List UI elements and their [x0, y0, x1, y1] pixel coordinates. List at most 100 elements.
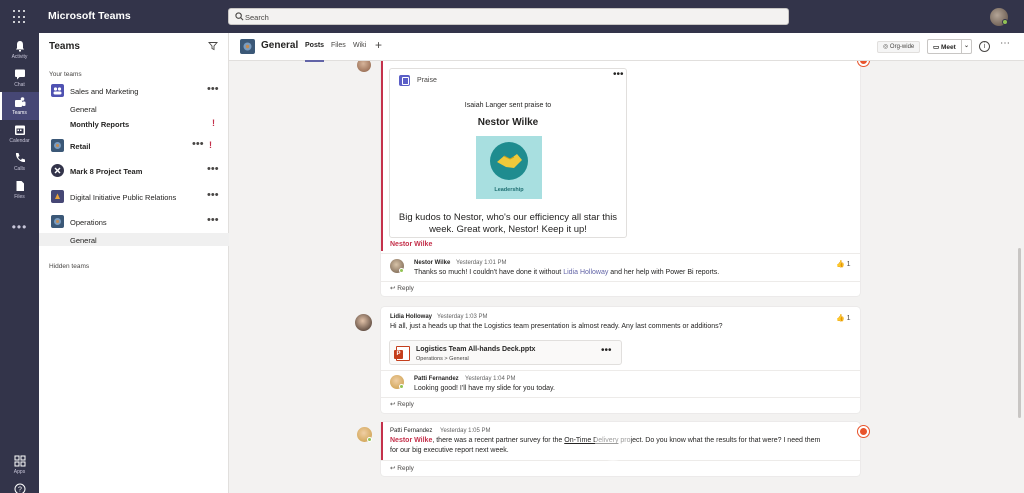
- rail-teams[interactable]: Teams: [0, 92, 39, 120]
- team-operations[interactable]: Operations •••: [39, 212, 229, 232]
- divider: [381, 370, 860, 371]
- reply-label: Reply: [397, 285, 414, 292]
- more-options-icon[interactable]: •••: [613, 69, 624, 80]
- channel-general-selected[interactable]: General: [39, 233, 229, 246]
- more-options-icon[interactable]: •••: [192, 138, 204, 150]
- divider: [961, 40, 962, 53]
- message-text: Hi all, just a heads up that the Logisti…: [390, 323, 723, 330]
- message-text-b: project. Do you know what the results fo…: [618, 437, 821, 444]
- team-name: Operations: [70, 218, 107, 227]
- tab-posts[interactable]: Posts: [305, 42, 325, 62]
- praise-message-card: Praise ••• Isaiah Langer sent praise to …: [381, 61, 860, 296]
- avatar: [355, 314, 372, 331]
- search-input[interactable]: Search: [228, 8, 789, 25]
- more-options-icon[interactable]: •••: [207, 189, 219, 201]
- important-bar: [381, 422, 383, 460]
- help-icon: ?: [14, 483, 25, 493]
- channel-name: General: [261, 40, 299, 51]
- praise-recipient: Nestor Wilke: [477, 117, 539, 128]
- like-count: 1: [846, 261, 851, 268]
- more-apps-button[interactable]: •••: [0, 220, 39, 234]
- rail-label: Chat: [14, 82, 25, 88]
- team-mark-8-project-team[interactable]: Mark 8 Project Team •••: [39, 161, 229, 181]
- rail-label: Calls: [13, 166, 26, 172]
- hidden-teams-label[interactable]: Hidden teams: [49, 263, 89, 270]
- video-icon: ▭: [933, 44, 941, 51]
- channel-avatar: [240, 39, 255, 54]
- team-retail[interactable]: Retail ••• !: [39, 136, 229, 156]
- team-digital-initiative-public-relations[interactable]: Digital Initiative Public Relations •••: [39, 187, 229, 207]
- rail-apps[interactable]: Apps: [0, 451, 39, 479]
- reply-button[interactable]: ↩ Reply: [390, 400, 414, 408]
- reply-time: Yesterday 1:04 PM: [465, 376, 516, 382]
- logistics-message-card: Lidia Holloway Yesterday 1:03 PM Hi all,…: [381, 307, 860, 413]
- divider: [381, 397, 860, 398]
- reply-text: Thanks so much! I couldn't have done it …: [414, 269, 719, 276]
- meet-button[interactable]: ▭ Meet ⌄: [927, 39, 972, 54]
- teams-icon: [14, 97, 25, 107]
- cursor-highlight: [595, 425, 631, 461]
- file-attachment[interactable]: Logistics Team All-hands Deck.pptx Opera…: [389, 340, 622, 365]
- more-options-icon[interactable]: •••: [207, 163, 219, 175]
- team-avatar: [51, 164, 64, 177]
- scrollbar[interactable]: [1018, 248, 1021, 418]
- file-icon: [16, 181, 24, 191]
- add-tab-button[interactable]: +: [375, 38, 382, 52]
- divider: [381, 460, 860, 461]
- reply-sender: Patti Fernandez: [414, 376, 459, 382]
- powerpoint-icon: [394, 346, 410, 361]
- like-reaction[interactable]: 👍 1: [836, 260, 851, 268]
- presence-available-icon: [367, 437, 372, 442]
- team-name: Retail: [70, 142, 91, 151]
- file-path: Operations > General: [416, 356, 469, 362]
- divider: [381, 281, 860, 282]
- mention[interactable]: Nestor Wilke: [390, 437, 432, 444]
- rail-label: Apps: [13, 469, 26, 475]
- team-avatar: [51, 139, 64, 152]
- channel-monthly-reports[interactable]: Monthly Reports!: [39, 117, 229, 130]
- mention[interactable]: Nestor Wilke: [390, 241, 432, 248]
- like-reaction[interactable]: 👍 1: [836, 314, 851, 322]
- your-teams-label: Your teams: [49, 71, 82, 78]
- more-options-icon[interactable]: ⋯: [1000, 38, 1010, 49]
- app-title: Microsoft Teams: [48, 10, 131, 22]
- badge-label: Leadership: [494, 187, 524, 193]
- rail-calls[interactable]: Calls: [0, 148, 39, 176]
- mention-link[interactable]: Lidia Holloway: [563, 269, 608, 276]
- reply-button[interactable]: ↩ Reply: [390, 464, 414, 472]
- channel-general[interactable]: General: [39, 102, 229, 115]
- more-options-icon[interactable]: •••: [207, 214, 219, 226]
- rail-files[interactable]: Files: [0, 176, 39, 204]
- reply-text-b: and her help with Power Bi reports.: [608, 269, 720, 276]
- rail-label: Files: [14, 194, 25, 200]
- tab-files[interactable]: Files: [331, 42, 346, 49]
- team-name: Mark 8 Project Team: [70, 167, 143, 176]
- rail-help[interactable]: ?: [0, 479, 39, 493]
- filter-icon[interactable]: [208, 41, 218, 51]
- reply-label: Reply: [397, 401, 414, 408]
- chevron-down-icon[interactable]: ⌄: [964, 42, 969, 49]
- info-icon[interactable]: i: [979, 41, 990, 52]
- channel-name: General: [70, 236, 97, 245]
- team-sales-and-marketing[interactable]: Sales and Marketing •••: [39, 81, 229, 101]
- reply-button[interactable]: ↩ Reply: [390, 284, 414, 292]
- app-launcher-icon[interactable]: [13, 10, 27, 24]
- avatar: [357, 61, 371, 72]
- like-count: 1: [846, 315, 851, 322]
- file-name: Logistics Team All-hands Deck.pptx: [416, 346, 536, 353]
- message-time: Yesterday 1:03 PM: [437, 314, 488, 320]
- rail-label: Calendar: [9, 138, 30, 144]
- apps-icon: [14, 455, 25, 467]
- tab-wiki[interactable]: Wiki: [353, 42, 366, 49]
- rail-calendar[interactable]: Calendar: [0, 120, 39, 148]
- praise-label: Praise: [417, 77, 437, 84]
- meet-label: Meet: [940, 44, 956, 51]
- reaction-icon[interactable]: [858, 426, 869, 437]
- more-options-icon[interactable]: •••: [207, 83, 219, 95]
- handshake-icon: [490, 142, 528, 180]
- rail-activity[interactable]: Activity: [0, 36, 39, 64]
- presence-available-icon: [1002, 19, 1008, 25]
- praise-card: Praise ••• Isaiah Langer sent praise to …: [389, 68, 627, 238]
- rail-chat[interactable]: Chat: [0, 64, 39, 92]
- more-options-icon[interactable]: •••: [601, 345, 612, 356]
